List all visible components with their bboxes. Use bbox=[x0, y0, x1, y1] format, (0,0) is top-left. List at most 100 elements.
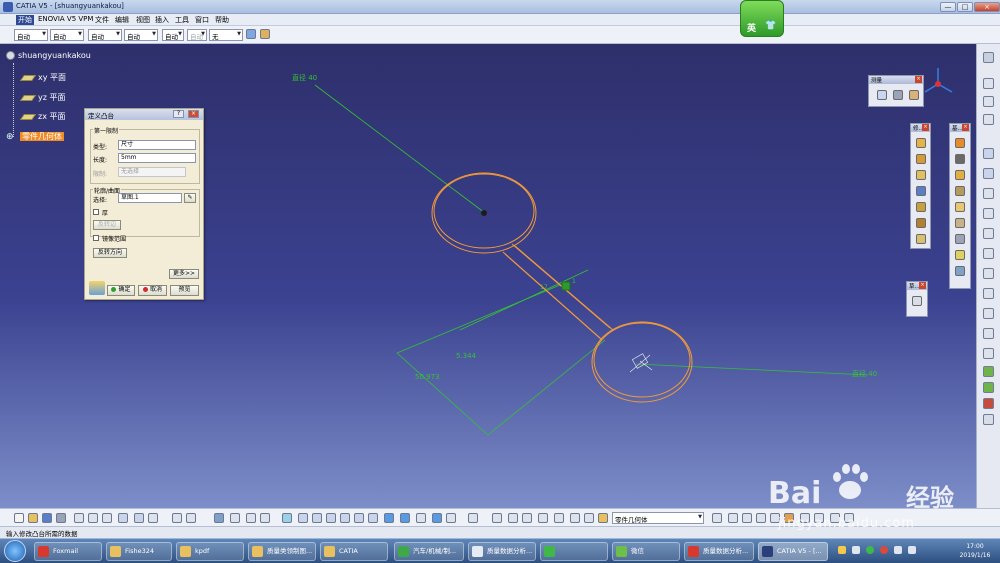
tool-icon-b17[interactable] bbox=[784, 513, 794, 523]
pointer-icon[interactable] bbox=[983, 148, 994, 159]
cancel-button[interactable]: 取消 bbox=[138, 285, 167, 296]
cut-icon[interactable] bbox=[74, 513, 84, 523]
rib-icon[interactable] bbox=[916, 186, 926, 196]
tool-icon-b19[interactable] bbox=[814, 513, 824, 523]
taskbar-item-folder-1[interactable]: Fishe324 bbox=[106, 542, 172, 561]
close-icon[interactable]: × bbox=[919, 282, 926, 289]
swap-space-icon[interactable] bbox=[432, 513, 442, 523]
define-pad-dialog[interactable]: 定义凸台 ? × 第一限制 类型: 尺寸 长度: 5mm 限制: 无选择 轮廓/… bbox=[84, 108, 204, 300]
transparency-dropdown[interactable]: 自动 bbox=[50, 29, 84, 41]
undo-icon[interactable] bbox=[118, 513, 128, 523]
volume-icon[interactable] bbox=[908, 546, 916, 554]
thread-icon[interactable] bbox=[955, 250, 965, 260]
taskbar-item-wechat[interactable]: 微信 bbox=[612, 542, 680, 561]
dialog-title-bar[interactable]: 定义凸台 ? × bbox=[85, 109, 203, 120]
analysis-icon-4[interactable] bbox=[983, 414, 994, 425]
taskbar-item-browser[interactable]: 汽车/机械/制... bbox=[394, 542, 464, 561]
color-dropdown[interactable]: 自动 bbox=[14, 29, 48, 41]
tool-icon-4[interactable] bbox=[983, 188, 994, 199]
start-button[interactable] bbox=[4, 540, 26, 562]
tool-icon-b21[interactable] bbox=[844, 513, 854, 523]
tool-icon-b1[interactable] bbox=[246, 513, 256, 523]
thick-checkbox[interactable] bbox=[93, 209, 99, 215]
catalog-icon[interactable] bbox=[230, 513, 240, 523]
brush-icon[interactable] bbox=[260, 29, 270, 39]
menu-enovia[interactable]: ENOVIA V5 VPM bbox=[38, 15, 93, 23]
zoom-in-icon[interactable] bbox=[340, 513, 350, 523]
table-icon[interactable] bbox=[214, 513, 224, 523]
close-icon[interactable]: × bbox=[922, 124, 929, 131]
tool-icon-7[interactable] bbox=[983, 248, 994, 259]
shell-icon[interactable] bbox=[955, 218, 965, 228]
close-icon[interactable]: × bbox=[962, 124, 969, 131]
rotate-icon[interactable] bbox=[326, 513, 336, 523]
measure-between-icon[interactable] bbox=[877, 90, 887, 100]
chamfer-icon[interactable] bbox=[955, 186, 965, 196]
workbench-icon[interactable] bbox=[983, 78, 994, 89]
select-icon[interactable] bbox=[983, 52, 994, 63]
maximize-button[interactable]: □ bbox=[957, 2, 973, 12]
tool-icon-b7[interactable] bbox=[522, 513, 532, 523]
menu-start[interactable]: 开始 bbox=[16, 15, 34, 25]
paint-icon[interactable] bbox=[246, 29, 256, 39]
reverse-direction-button[interactable]: 反转方向 bbox=[93, 248, 127, 258]
ok-button[interactable]: 确定 bbox=[107, 285, 135, 296]
tray-icon[interactable] bbox=[852, 546, 860, 554]
fly-mode-icon[interactable] bbox=[282, 513, 292, 523]
tool-icon-b15[interactable] bbox=[756, 513, 766, 523]
mirror-icon[interactable] bbox=[955, 266, 965, 276]
clock[interactable]: 17:00 2019/1/16 bbox=[952, 542, 998, 560]
knowledge-icon[interactable] bbox=[186, 513, 196, 523]
sketch-icon[interactable] bbox=[955, 138, 965, 148]
measure-item-icon[interactable] bbox=[893, 90, 903, 100]
tree-root[interactable]: shuangyuankakou bbox=[6, 51, 91, 60]
tree-item-zx[interactable]: zx 平面 bbox=[19, 111, 65, 122]
type-select[interactable]: 尺寸 bbox=[118, 140, 196, 150]
tool-icon-b12[interactable] bbox=[712, 513, 722, 523]
analysis-icon-3[interactable] bbox=[983, 398, 994, 409]
menu-tools[interactable]: 工具 bbox=[175, 15, 189, 25]
fillet-icon[interactable] bbox=[955, 170, 965, 180]
print-icon[interactable] bbox=[56, 513, 66, 523]
tool-icon-b14[interactable] bbox=[742, 513, 752, 523]
ime-indicator[interactable]: 英 👕 bbox=[740, 0, 784, 37]
shaft-icon[interactable] bbox=[916, 170, 926, 180]
expand-icon[interactable]: ⊕ bbox=[6, 132, 16, 142]
taskbar-item-pdf[interactable]: 质量数据分析... bbox=[684, 542, 754, 561]
tool-icon-3[interactable] bbox=[983, 168, 994, 179]
shading-icon[interactable] bbox=[400, 513, 410, 523]
tool-icon-9[interactable] bbox=[983, 288, 994, 299]
tool-icon-6[interactable] bbox=[983, 228, 994, 239]
pad-icon[interactable] bbox=[916, 138, 926, 148]
system-tray[interactable] bbox=[838, 546, 948, 557]
tool-icon-b8[interactable] bbox=[538, 513, 548, 523]
menu-help[interactable]: 帮助 bbox=[215, 15, 229, 25]
stiffener-icon[interactable] bbox=[916, 234, 926, 244]
whats-this-icon[interactable] bbox=[148, 513, 158, 523]
taskbar-item-catia[interactable]: CATIA V5 - [... bbox=[758, 542, 828, 561]
taskbar-item-app[interactable] bbox=[540, 542, 608, 561]
mirror-checkbox[interactable] bbox=[93, 235, 99, 241]
tool-icon-b11[interactable] bbox=[584, 513, 594, 523]
sketch-edit-button[interactable]: ✎ bbox=[184, 193, 196, 203]
taskbar-item-folder-4[interactable]: CATIA bbox=[320, 542, 388, 561]
measure-toolbar[interactable]: 测量 × bbox=[868, 75, 924, 107]
feature-toolbar[interactable]: 修... × bbox=[910, 123, 931, 249]
tray-icon[interactable] bbox=[866, 546, 874, 554]
thickness-icon[interactable] bbox=[955, 234, 965, 244]
open-icon[interactable] bbox=[28, 513, 38, 523]
profile-select-input[interactable]: 草图.1 bbox=[118, 193, 182, 203]
more-button[interactable]: 更多>> bbox=[169, 269, 199, 279]
close-icon[interactable]: × bbox=[915, 76, 922, 83]
tray-icon[interactable] bbox=[880, 546, 888, 554]
tool-icon-8[interactable] bbox=[983, 268, 994, 279]
tool-icon-b3[interactable] bbox=[446, 513, 456, 523]
body-icon[interactable] bbox=[598, 513, 608, 523]
tool-icon-b2[interactable] bbox=[260, 513, 270, 523]
tool-icon-b18[interactable] bbox=[800, 513, 810, 523]
redo-icon[interactable] bbox=[134, 513, 144, 523]
tool-icon-12[interactable] bbox=[983, 348, 994, 359]
tool-icon-b13[interactable] bbox=[728, 513, 738, 523]
linetype-dropdown[interactable]: 自动 bbox=[124, 29, 158, 41]
linewidth-dropdown[interactable]: 自动 bbox=[88, 29, 122, 41]
